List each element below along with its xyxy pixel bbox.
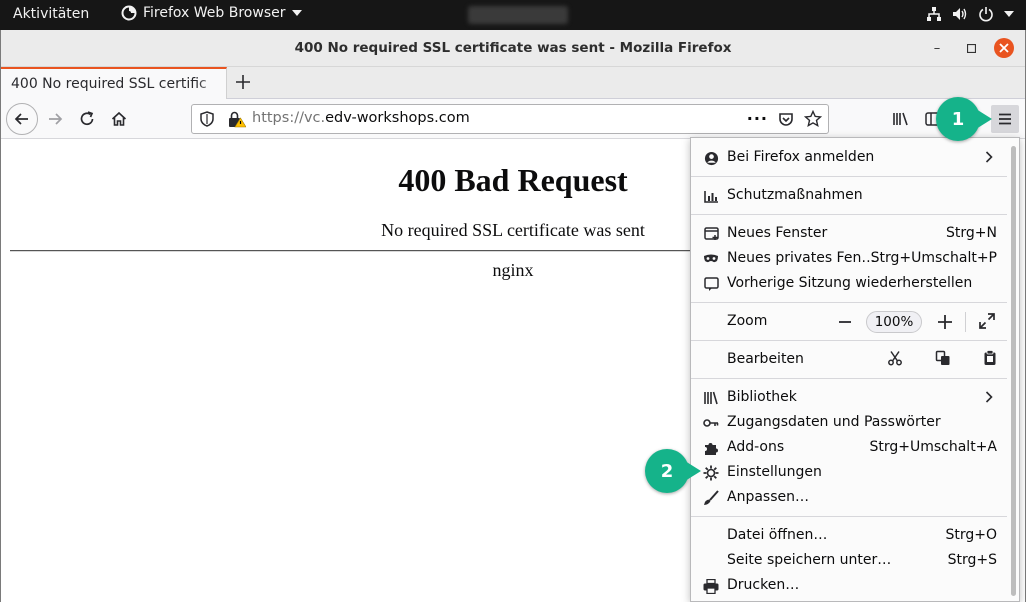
activities-button[interactable]: Aktivitäten (13, 6, 89, 22)
plus-icon (236, 75, 250, 89)
blurred-clock (468, 6, 568, 24)
maximize-button[interactable] (961, 38, 981, 58)
paintbrush-icon (703, 490, 719, 506)
tab-bar: 400 No required SSL certific (1, 67, 1025, 99)
chevron-right-icon (985, 388, 993, 407)
pocket-icon[interactable] (778, 111, 794, 127)
menu-separator (691, 214, 1007, 215)
cut-icon[interactable] (887, 350, 903, 366)
menu-item-zoom: Zoom 100% (691, 310, 1007, 334)
menu-item-restore-session[interactable]: Vorherige Sitzung wiederherstellen (691, 272, 1007, 296)
close-button[interactable] (994, 38, 1014, 58)
open-menu-button[interactable] (991, 105, 1019, 133)
account-icon (703, 150, 719, 166)
url-domain: edv-workshops.com (325, 110, 470, 126)
hamburger-menu-icon (999, 113, 1011, 125)
menu-separator (691, 176, 1007, 177)
menu-item-print[interactable]: Drucken… (691, 574, 1007, 598)
menu-item-save-page[interactable]: Seite speichern unter… Strg+S (691, 549, 1007, 573)
library-button[interactable] (887, 105, 915, 133)
key-icon (703, 415, 719, 431)
menu-separator (691, 340, 1007, 341)
zoom-divider (965, 312, 966, 332)
tab-title: 400 No required SSL certific (11, 76, 207, 92)
chevron-right-icon (985, 148, 993, 167)
navigation-toolbar: https://vc.edv-workshops.com ··· (1, 99, 1025, 139)
power-icon[interactable] (978, 6, 994, 22)
menu-separator (691, 302, 1007, 303)
close-icon (999, 43, 1009, 53)
menu-item-customize[interactable]: Anpassen… (691, 486, 1007, 510)
gnome-top-bar: Aktivitäten Firefox Web Browser (0, 0, 1026, 30)
home-button[interactable] (105, 105, 133, 133)
minimize-button[interactable]: – (927, 38, 947, 58)
paste-icon[interactable] (983, 350, 997, 366)
menu-item-new-window[interactable]: Neues Fenster Strg+N (691, 222, 1007, 246)
menu-item-private-window[interactable]: Neues privates Fen… Strg+Umschalt+P (691, 247, 1007, 271)
plus-icon (938, 315, 952, 329)
firefox-icon (121, 5, 137, 21)
gear-icon (703, 465, 719, 481)
app-menu-panel: Bei Firefox anmelden Schutzmaßnahmen Neu… (690, 137, 1020, 602)
url-prefix: https://vc. (252, 110, 326, 126)
url-bar[interactable]: https://vc.edv-workshops.com ··· (191, 104, 829, 134)
bookmark-star-icon[interactable] (804, 109, 822, 128)
new-window-icon (703, 226, 719, 242)
restore-session-icon (703, 276, 719, 292)
zoom-in-button[interactable] (934, 310, 956, 333)
private-mask-icon (703, 251, 719, 267)
window-title: 400 No required SSL certificate was sent… (294, 40, 732, 56)
arrow-left-icon (14, 113, 28, 125)
new-tab-button[interactable] (231, 70, 255, 94)
tracking-shield-icon[interactable] (200, 111, 214, 127)
library-icon (703, 390, 719, 406)
menu-item-addons[interactable]: Add-ons Strg+Umschalt+A (691, 436, 1007, 460)
zoom-reset-button[interactable]: 100% (866, 311, 922, 333)
caret-down-icon[interactable] (1004, 11, 1014, 17)
caret-down-icon (291, 10, 302, 16)
app-menu-label: Firefox Web Browser (143, 5, 286, 21)
title-bar[interactable]: 400 No required SSL certificate was sent… (1, 30, 1025, 67)
step-badge-2: 2 (645, 449, 701, 493)
copy-icon[interactable] (935, 350, 951, 366)
menu-separator (691, 516, 1007, 517)
reload-button[interactable] (73, 105, 101, 133)
chart-icon (703, 188, 719, 204)
menu-item-logins[interactable]: Zugangsdaten und Passwörter (691, 411, 1007, 435)
forward-button[interactable] (41, 105, 69, 133)
zoom-controls: 100% (835, 310, 1005, 334)
menu-item-protections[interactable]: Schutzmaßnahmen (691, 184, 1007, 208)
menu-item-open-file[interactable]: Datei öffnen… Strg+O (691, 524, 1007, 548)
reload-icon (80, 111, 94, 126)
menu-separator (691, 378, 1007, 379)
menu-item-sign-in[interactable]: Bei Firefox anmelden (691, 146, 1007, 170)
step-badge-1: 1 (936, 97, 992, 141)
page-actions-icon[interactable]: ··· (747, 109, 768, 128)
library-icon (893, 112, 908, 126)
arrow-right-icon (49, 113, 63, 125)
insecure-lock-icon[interactable] (228, 111, 246, 128)
tab-active[interactable]: 400 No required SSL certific (1, 67, 227, 99)
url-text[interactable]: https://vc.edv-workshops.com (252, 110, 470, 126)
back-button[interactable] (6, 103, 38, 135)
volume-icon[interactable] (952, 6, 968, 22)
puzzle-icon (703, 440, 719, 456)
menu-item-edit: Bearbeiten (691, 348, 1007, 372)
system-tray[interactable] (926, 6, 1014, 22)
menu-item-settings[interactable]: Einstellungen (691, 461, 1007, 485)
home-icon (111, 111, 127, 126)
scrollbar[interactable] (1011, 146, 1016, 596)
zoom-out-button[interactable] (835, 310, 855, 334)
printer-icon (703, 578, 719, 594)
network-icon[interactable] (926, 6, 942, 22)
app-menu[interactable]: Firefox Web Browser (121, 5, 302, 21)
maximize-icon (966, 43, 976, 53)
menu-item-library[interactable]: Bibliothek (691, 386, 1007, 410)
fullscreen-icon[interactable] (979, 313, 995, 329)
minus-icon (839, 321, 851, 323)
